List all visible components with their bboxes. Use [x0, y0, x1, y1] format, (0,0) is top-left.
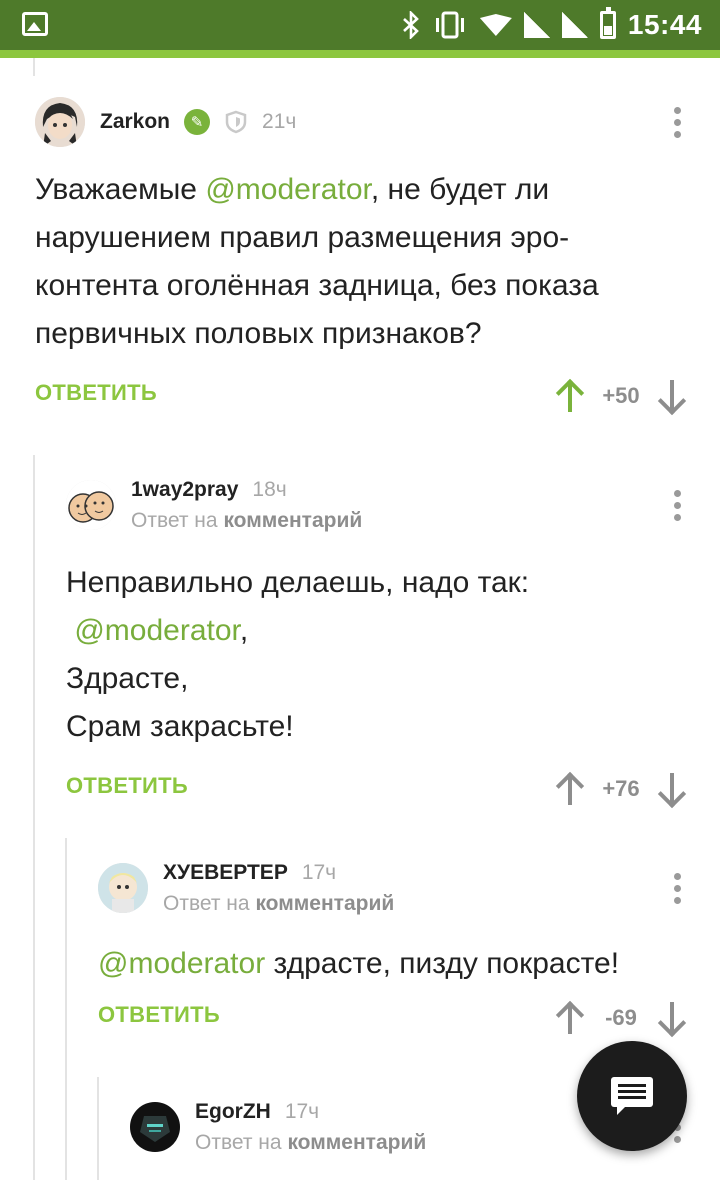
comment-text: Неправильно делаешь, надо так: @moderato…: [66, 566, 530, 743]
reply-to-label: Ответ на комментарий: [163, 891, 395, 915]
comment: Zarkon ✎ 21ч Уважаемые @moderator, не бу…: [35, 90, 687, 416]
downvote-arrow-icon[interactable]: [657, 771, 687, 807]
author-name[interactable]: Zarkon: [100, 110, 170, 134]
reply-button[interactable]: ОТВЕТИТЬ: [98, 1002, 220, 1028]
thread-line: [33, 58, 35, 76]
comment: 1way2pray 18ч Ответ на комментарий Непра…: [66, 473, 687, 809]
more-options-icon[interactable]: [667, 473, 687, 537]
comment-time: 18ч: [252, 477, 287, 501]
reply-button[interactable]: ОТВЕТИТЬ: [35, 380, 157, 406]
more-options-icon[interactable]: [667, 90, 687, 154]
clock: 15:44: [627, 9, 702, 40]
comment-time: 17ч: [301, 860, 337, 884]
reply-button[interactable]: ОТВЕТИТЬ: [66, 773, 188, 799]
signal-icon: [523, 10, 550, 40]
downvote-arrow-icon[interactable]: [657, 1000, 687, 1036]
battery-icon: [599, 7, 616, 40]
wifi-icon: [479, 10, 512, 40]
thread-line: [33, 455, 35, 1180]
author-name[interactable]: EgorZH: [195, 1100, 271, 1124]
avatar[interactable]: [66, 480, 116, 530]
downvote-arrow-icon[interactable]: [657, 378, 687, 414]
comment-score: +76: [602, 776, 640, 801]
reply-target-link[interactable]: комментарий: [287, 1131, 426, 1154]
avatar[interactable]: [130, 1102, 180, 1152]
reply-target-link[interactable]: комментарий: [223, 509, 362, 532]
reply-to-label: Ответ на комментарий: [195, 1130, 427, 1154]
shield-icon: [224, 109, 248, 135]
comment-time: 21ч: [262, 110, 297, 133]
thread-line: [97, 1077, 99, 1180]
comment-text: Уважаемые @moderator, не будет ли наруше…: [35, 173, 599, 350]
avatar[interactable]: [98, 863, 148, 913]
status-bar: 15:44: [0, 0, 720, 58]
more-options-icon[interactable]: [667, 856, 687, 920]
reply-to-label: Ответ на комментарий: [131, 508, 363, 532]
upvote-arrow-icon[interactable]: [555, 378, 585, 414]
reply-target-link[interactable]: комментарий: [255, 892, 394, 915]
write-comment-button[interactable]: [577, 1041, 687, 1151]
upvote-arrow-icon[interactable]: [555, 771, 585, 807]
comment-icon: [611, 1077, 653, 1115]
vibrate-icon: [432, 10, 468, 40]
mention-link[interactable]: @moderator: [205, 173, 371, 206]
toolbar-accent-strip: [0, 50, 720, 58]
comment: ХУЕВЕРТЕР 17ч Ответ на комментарий @mode…: [98, 856, 687, 1038]
author-name[interactable]: ХУЕВЕРТЕР: [163, 861, 288, 885]
comment-score: +50: [602, 383, 640, 408]
gallery-notification-icon: [22, 12, 48, 36]
mention-link[interactable]: @moderator: [98, 947, 265, 980]
avatar[interactable]: [35, 97, 85, 147]
upvote-arrow-icon[interactable]: [555, 1000, 585, 1036]
bluetooth-icon: [402, 10, 420, 40]
author-name[interactable]: 1way2pray: [131, 478, 238, 502]
signal-2-icon: [561, 10, 588, 40]
thread-line: [65, 838, 67, 1180]
comment-score: -69: [605, 1005, 637, 1030]
mention-link[interactable]: @moderator: [74, 614, 240, 647]
pencil-icon: ✎: [184, 109, 211, 135]
comment-text: @moderator здрасте, пизду покрасте!: [98, 947, 620, 980]
comment-time: 17ч: [284, 1099, 320, 1123]
